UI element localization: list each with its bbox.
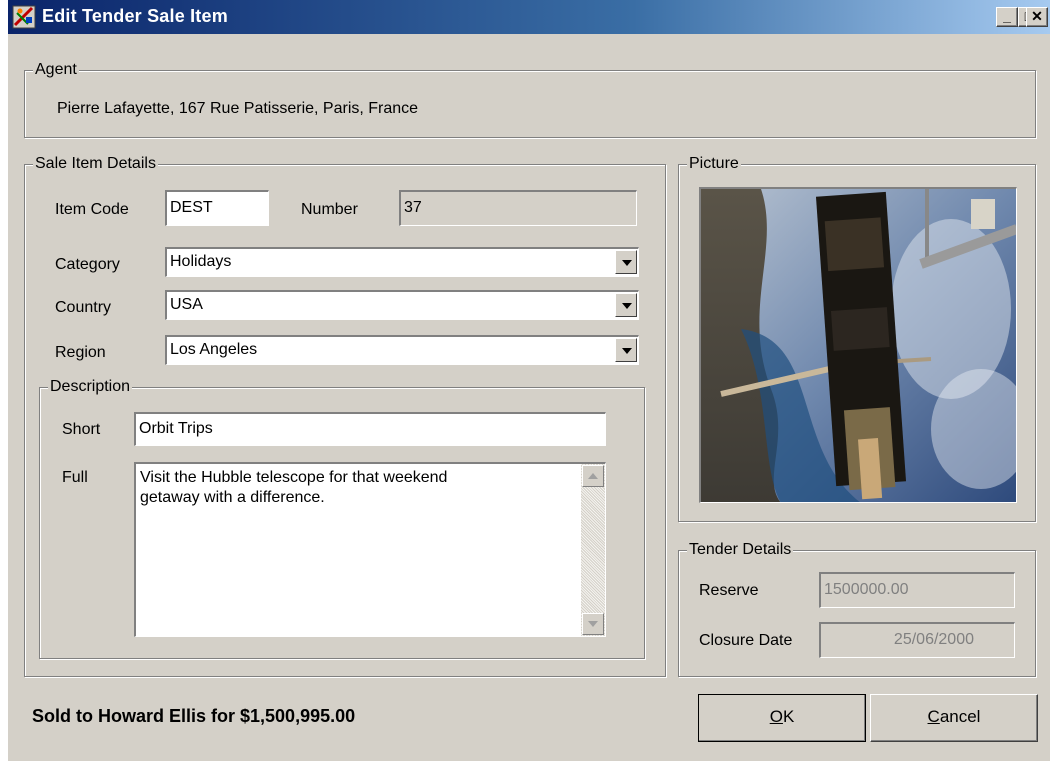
agent-value: Pierre Lafayette, 167 Rue Patisserie, Pa… [57,100,419,117]
sale-item-details-group: Sale Item Details Item Code DEST Number … [24,155,666,677]
closure-date-field: 25/06/2000 [819,622,1015,658]
closure-date-value: 25/06/2000 [893,631,974,648]
category-label: Category [55,256,120,273]
category-select[interactable]: Holidays [165,247,639,277]
full-description-value: Visit the Hubble telescope for that week… [140,469,448,506]
chevron-down-icon[interactable] [615,293,637,317]
window-title: Edit Tender Sale Item [42,6,228,26]
short-description-input[interactable]: Orbit Trips [134,412,606,446]
description-group: Description Short Orbit Trips Full Visit… [39,378,645,659]
vertical-scrollbar[interactable] [581,464,605,636]
item-code-input[interactable]: DEST [165,190,269,226]
scroll-up-icon[interactable] [582,465,604,487]
hubble-telescope-photo [701,189,1016,502]
sale-item-details-legend: Sale Item Details [33,155,158,173]
reserve-value: 1500000.00 [824,581,909,598]
agent-group: Agent Pierre Lafayette, 167 Rue Patisser… [24,61,1036,138]
agent-legend: Agent [33,61,79,79]
country-value: USA [170,296,203,313]
minimize-icon: _ [1003,8,1011,24]
cancel-mnemonic: C [927,707,940,726]
reserve-field: 1500000.00 [819,572,1015,608]
app-icon[interactable] [12,5,36,29]
picture-legend: Picture [687,155,741,173]
number-label: Number [301,201,358,218]
chevron-down-icon[interactable] [615,250,637,274]
title-bar[interactable]: Edit Tender Sale Item _ □ [8,0,1050,34]
close-icon: ✕ [1031,8,1043,24]
country-label: Country [55,299,112,316]
ok-label-rest: K [782,707,795,726]
tender-details-group: Tender Details Reserve 1500000.00 Closur… [678,541,1036,677]
cancel-button[interactable]: Cancel [870,694,1038,742]
tender-details-legend: Tender Details [687,541,794,559]
closure-date-label: Closure Date [699,632,793,649]
chevron-down-icon[interactable] [615,338,637,362]
number-field: 37 [399,190,637,226]
full-description-textarea[interactable]: Visit the Hubble telescope for that week… [134,462,606,637]
scroll-down-icon[interactable] [582,613,604,635]
region-value: Los Angeles [170,341,258,358]
description-legend: Description [48,378,133,396]
close-button[interactable]: ✕ [1026,7,1048,27]
sold-status-text: Sold to Howard Ellis for $1,500,995.00 [32,706,356,726]
picture-frame [699,187,1017,503]
category-value: Holidays [170,253,232,270]
cancel-label-rest: ancel [939,707,981,726]
ok-button[interactable]: OK [698,694,866,742]
number-value: 37 [404,199,422,216]
ok-mnemonic: O [769,707,783,726]
country-select[interactable]: USA [165,290,639,320]
region-select[interactable]: Los Angeles [165,335,639,365]
reserve-label: Reserve [699,582,759,599]
picture-group: Picture [678,155,1036,522]
short-label: Short [62,421,101,438]
item-code-value: DEST [170,199,213,216]
item-code-label: Item Code [55,201,129,218]
minimize-button[interactable]: _ [996,7,1018,27]
edit-tender-window: Edit Tender Sale Item _ □ ✕ Agent Pierre… [8,0,1050,761]
full-label: Full [62,469,88,486]
short-description-value: Orbit Trips [139,420,213,437]
region-label: Region [55,344,106,361]
